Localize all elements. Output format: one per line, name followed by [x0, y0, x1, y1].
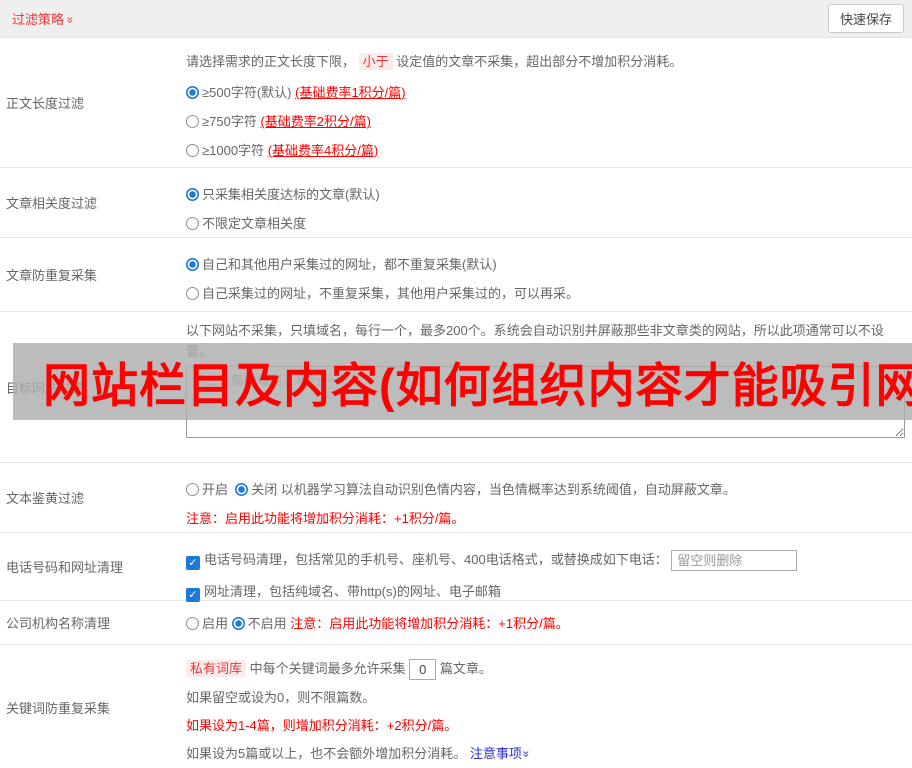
row-label-keyword-dedup: 关键词防重复采集	[6, 700, 111, 716]
porn-filter-note: 注意：启用此功能将增加积分消耗：+1积分/篇。	[186, 511, 465, 526]
porn-filter-off[interactable]: 关闭	[235, 482, 277, 497]
company-clean-note: 注意：启用此功能将增加积分消耗：+1积分/篇。	[290, 616, 569, 631]
porn-filter-options: 开启 关闭 以机器学习算法自动识别色情内容，当色情概率达到系统阈值，自动屏蔽文章…	[186, 479, 906, 498]
radio-unchecked-icon[interactable]	[186, 217, 199, 230]
company-clean-on[interactable]: 启用	[186, 613, 228, 632]
fee-note: (基础费率2积分/篇)	[260, 114, 371, 129]
private-lexicon-badge: 私有词库	[186, 660, 247, 677]
chevron-down-icon: »	[63, 16, 78, 24]
radio-checked-icon[interactable]	[186, 86, 199, 99]
radio-unchecked-icon[interactable]	[186, 617, 199, 630]
row-label-company-clean: 公司机构名称清理	[6, 616, 111, 631]
row-porn-filter: 文本鉴黄过滤 开启 关闭 以机器学习算法自动识别色情内容，当色情概率达到系统阈值…	[0, 463, 912, 533]
watermark-overlay: 网站栏目及内容(如何组织内容才能吸引网友	[13, 343, 912, 420]
keyword-note-five: 如果设为5篇或以上，也不会额外增加积分消耗。 注意事项»	[186, 744, 906, 764]
watermark-text: 网站栏目及内容(如何组织内容才能吸引网友	[43, 359, 912, 412]
dedup-option-global[interactable]: 自己和其他用户采集过的网址，都不重复采集(默认)	[186, 254, 906, 273]
row-label-phone-clean: 电话号码和网址清理	[6, 560, 124, 575]
filter-strategy-page: 过滤策略» 快速保存 正文长度过滤 请选择需求的正文长度下限， 小于 设定值的文…	[0, 0, 912, 768]
quick-save-button[interactable]: 快速保存	[827, 4, 904, 33]
checkbox-checked-icon[interactable]: ✓	[186, 556, 200, 570]
section-title[interactable]: 过滤策略»	[12, 9, 78, 28]
row-label-body-length: 正文长度过滤	[6, 96, 85, 111]
checkbox-checked-icon[interactable]: ✓	[186, 588, 200, 603]
fee-note: (基础费率4积分/篇)	[267, 143, 379, 158]
radio-unchecked-icon[interactable]	[186, 483, 199, 496]
fee-note: (基础费率1积分/篇)	[295, 85, 406, 100]
row-phone-clean: 电话号码和网址清理 ✓ 电话号码清理，包括常见的手机号、座机号、400电话格式，或…	[0, 533, 912, 603]
row-body-length: 正文长度过滤 请选择需求的正文长度下限， 小于 设定值的文章不采集，超出部分不增…	[0, 38, 912, 168]
row-label-relevance: 文章相关度过滤	[6, 196, 98, 211]
less-than-highlight: 小于	[358, 53, 393, 70]
radio-unchecked-icon[interactable]	[186, 287, 199, 300]
radio-unchecked-icon[interactable]	[186, 115, 199, 128]
radio-checked-icon[interactable]	[235, 483, 249, 496]
company-clean-off[interactable]: 不启用	[231, 613, 287, 632]
notice-link[interactable]: 注意事项»	[470, 746, 533, 761]
phone-clean-check-line: ✓ 电话号码清理，包括常见的手机号、座机号、400电话格式，或替换成如下电话：	[186, 549, 906, 572]
radio-checked-icon[interactable]	[231, 617, 245, 630]
body-length-intro: 请选择需求的正文长度下限， 小于 设定值的文章不采集，超出部分不增加积分消耗。	[186, 53, 683, 70]
keyword-limit-input[interactable]	[409, 659, 437, 681]
dedup-option-own[interactable]: 自己采集过的网址，不重复采集，其他用户采集过的，可以再采。	[186, 283, 906, 302]
body-length-option-750[interactable]: ≥750字符 (基础费率2积分/篇)	[186, 111, 906, 130]
row-dedup: 文章防重复采集 自己和其他用户采集过的网址，都不重复采集(默认) 自己采集过的网…	[0, 238, 912, 312]
url-clean-check-line: ✓ 网址清理，包括纯域名、带http(s)的网址、电子邮箱	[186, 581, 906, 603]
row-label-dedup: 文章防重复采集	[6, 268, 98, 283]
keyword-note-fee: 如果设为1-4篇，则增加积分消耗：+2积分/篇。	[186, 718, 458, 734]
row-label-porn-filter: 文本鉴黄过滤	[6, 491, 85, 506]
relevance-option-strict[interactable]: 只采集相关度达标的文章(默认)	[186, 184, 906, 203]
chevron-down-icon: »	[519, 750, 534, 758]
porn-filter-on[interactable]: 开启	[186, 482, 228, 497]
porn-filter-desc: 以机器学习算法自动识别色情内容，当色情概率达到系统阈值，自动屏蔽文章。	[280, 482, 736, 497]
radio-unchecked-icon[interactable]	[186, 144, 199, 157]
replacement-phone-input[interactable]	[671, 550, 798, 572]
radio-checked-icon[interactable]	[186, 188, 199, 201]
section-title-text: 过滤策略	[12, 12, 65, 27]
body-length-option-500[interactable]: ≥500字符(默认) (基础费率1积分/篇)	[186, 82, 906, 101]
keyword-note-zero: 如果留空或设为0，则不限篇数。	[186, 690, 376, 706]
row-keyword-dedup: 关键词防重复采集 私有词库 中每个关键词最多允许采集 篇文章。 如果留空或设为0…	[0, 645, 912, 768]
row-company-clean: 公司机构名称清理 启用 不启用 注意：启用此功能将增加积分消耗：+1积分/篇。	[0, 601, 912, 645]
keyword-limit-line: 私有词库 中每个关键词最多允许采集 篇文章。	[186, 659, 906, 681]
top-bar: 过滤策略» 快速保存	[0, 0, 912, 38]
body-length-option-1000[interactable]: ≥1000字符 (基础费率4积分/篇)	[186, 140, 906, 159]
relevance-option-any[interactable]: 不限定文章相关度	[186, 213, 906, 232]
row-relevance: 文章相关度过滤 只采集相关度达标的文章(默认) 不限定文章相关度	[0, 168, 912, 238]
radio-checked-icon[interactable]	[186, 258, 199, 271]
